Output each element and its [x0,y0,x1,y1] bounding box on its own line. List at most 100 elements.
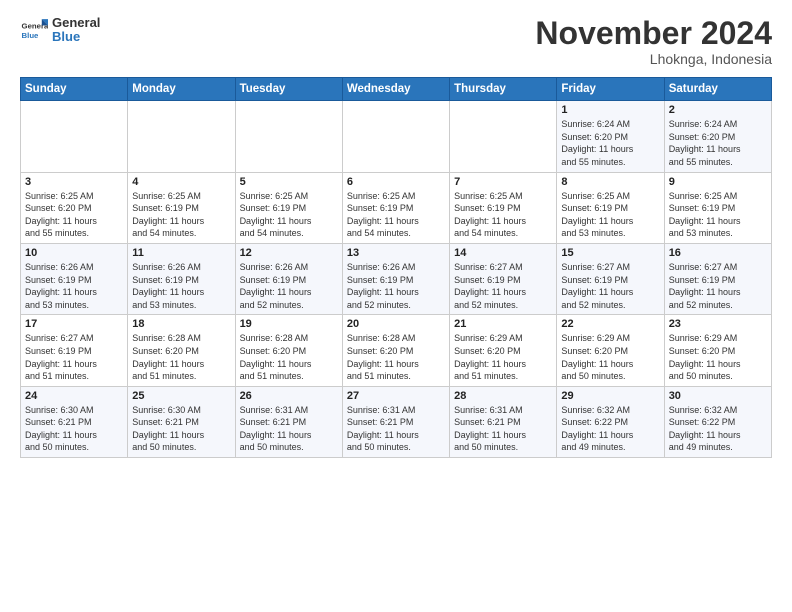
calendar-cell: 10 Sunrise: 6:26 AM Sunset: 6:19 PM Dayli… [21,243,128,314]
day-number: 10 [25,247,123,259]
day-info: Sunrise: 6:25 AM Sunset: 6:19 PM Dayligh… [669,190,767,240]
calendar-cell: 5Sunrise: 6:25 AM Sunset: 6:19 PM Daylig… [235,172,342,243]
calendar-cell: 23 Sunrise: 6:29 AM Sunset: 6:20 PM Dayli… [664,315,771,386]
logo-text-general: General [52,16,100,30]
day-number: 1 [561,104,659,116]
day-number: 15 [561,247,659,259]
logo-text-blue: Blue [52,30,100,44]
day-info: Sunrise: 6:29 AM Sunset: 6:20 PM Dayligh… [669,332,767,382]
weekday-header-sunday: Sunday [21,78,128,101]
logo-icon: General Blue [20,16,48,44]
weekday-header-saturday: Saturday [664,78,771,101]
day-number: 30 [669,390,767,402]
calendar-cell: 3 Sunrise: 6:25 AM Sunset: 6:20 PM Daylig… [21,172,128,243]
day-number: 17 [25,318,123,330]
day-number: 6 [347,176,445,188]
day-info: Sunrise: 6:25 AM Sunset: 6:19 PM Dayligh… [454,190,552,240]
day-number: 26 [240,390,338,402]
calendar-week-row: 10 Sunrise: 6:26 AM Sunset: 6:19 PM Dayli… [21,243,772,314]
calendar-cell: 21Sunrise: 6:29 AM Sunset: 6:20 PM Dayli… [450,315,557,386]
calendar-week-row: 3 Sunrise: 6:25 AM Sunset: 6:20 PM Daylig… [21,172,772,243]
day-number: 29 [561,390,659,402]
calendar-cell: 7 Sunrise: 6:25 AM Sunset: 6:19 PM Daylig… [450,172,557,243]
calendar-cell: 17 Sunrise: 6:27 AM Sunset: 6:19 PM Dayli… [21,315,128,386]
calendar-cell: 18 Sunrise: 6:28 AM Sunset: 6:20 PM Dayli… [128,315,235,386]
day-number: 8 [561,176,659,188]
day-number: 19 [240,318,338,330]
calendar-cell: 11 Sunrise: 6:26 AM Sunset: 6:19 PM Dayli… [128,243,235,314]
day-info: Sunrise: 6:26 AM Sunset: 6:19 PM Dayligh… [240,261,338,311]
calendar-cell: 1 Sunrise: 6:24 AM Sunset: 6:20 PM Daylig… [557,101,664,172]
day-number: 7 [454,176,552,188]
day-number: 20 [347,318,445,330]
day-info: Sunrise: 6:32 AM Sunset: 6:22 PM Dayligh… [561,404,659,454]
weekday-header-friday: Friday [557,78,664,101]
day-number: 14 [454,247,552,259]
calendar-cell [235,101,342,172]
calendar-cell: 4 Sunrise: 6:25 AM Sunset: 6:19 PM Daylig… [128,172,235,243]
calendar-cell [21,101,128,172]
day-number: 25 [132,390,230,402]
calendar-cell: 30 Sunrise: 6:32 AM Sunset: 6:22 PM Dayli… [664,386,771,457]
day-info: Sunrise: 6:25 AM Sunset: 6:19 PM Dayligh… [132,190,230,240]
day-info: Sunrise: 6:25 AM Sunset: 6:19 PM Dayligh… [347,190,445,240]
calendar-cell: 14 Sunrise: 6:27 AM Sunset: 6:19 PM Dayli… [450,243,557,314]
calendar-cell: 25 Sunrise: 6:30 AM Sunset: 6:21 PM Dayli… [128,386,235,457]
calendar-cell: 9Sunrise: 6:25 AM Sunset: 6:19 PM Daylig… [664,172,771,243]
day-number: 13 [347,247,445,259]
day-number: 11 [132,247,230,259]
day-number: 18 [132,318,230,330]
page: General Blue General Blue November 2024 … [0,0,792,612]
weekday-header-thursday: Thursday [450,78,557,101]
calendar-cell: 27Sunrise: 6:31 AM Sunset: 6:21 PM Dayli… [342,386,449,457]
day-number: 2 [669,104,767,116]
calendar-cell: 12 Sunrise: 6:26 AM Sunset: 6:19 PM Dayli… [235,243,342,314]
svg-text:Blue: Blue [22,31,40,40]
day-number: 4 [132,176,230,188]
header: General Blue General Blue November 2024 … [20,16,772,67]
calendar-cell: 2 Sunrise: 6:24 AM Sunset: 6:20 PM Daylig… [664,101,771,172]
calendar-cell: 13 Sunrise: 6:26 AM Sunset: 6:19 PM Dayli… [342,243,449,314]
day-info: Sunrise: 6:31 AM Sunset: 6:21 PM Dayligh… [347,404,445,454]
day-info: Sunrise: 6:27 AM Sunset: 6:19 PM Dayligh… [561,261,659,311]
day-info: Sunrise: 6:30 AM Sunset: 6:21 PM Dayligh… [132,404,230,454]
calendar-table: SundayMondayTuesdayWednesdayThursdayFrid… [20,77,772,458]
day-number: 22 [561,318,659,330]
day-info: Sunrise: 6:27 AM Sunset: 6:19 PM Dayligh… [454,261,552,311]
calendar-cell: 28 Sunrise: 6:31 AM Sunset: 6:21 PM Dayli… [450,386,557,457]
day-info: Sunrise: 6:28 AM Sunset: 6:20 PM Dayligh… [240,332,338,382]
day-info: Sunrise: 6:29 AM Sunset: 6:20 PM Dayligh… [561,332,659,382]
day-info: Sunrise: 6:26 AM Sunset: 6:19 PM Dayligh… [132,261,230,311]
day-info: Sunrise: 6:31 AM Sunset: 6:21 PM Dayligh… [454,404,552,454]
day-info: Sunrise: 6:32 AM Sunset: 6:22 PM Dayligh… [669,404,767,454]
day-info: Sunrise: 6:28 AM Sunset: 6:20 PM Dayligh… [347,332,445,382]
title-block: November 2024 Lhoknga, Indonesia [535,16,772,67]
day-info: Sunrise: 6:24 AM Sunset: 6:20 PM Dayligh… [561,118,659,168]
calendar-cell: 22 Sunrise: 6:29 AM Sunset: 6:20 PM Dayli… [557,315,664,386]
day-info: Sunrise: 6:31 AM Sunset: 6:21 PM Dayligh… [240,404,338,454]
day-info: Sunrise: 6:24 AM Sunset: 6:20 PM Dayligh… [669,118,767,168]
weekday-header-monday: Monday [128,78,235,101]
calendar-cell [342,101,449,172]
day-info: Sunrise: 6:27 AM Sunset: 6:19 PM Dayligh… [25,332,123,382]
day-number: 28 [454,390,552,402]
calendar-cell: 19 Sunrise: 6:28 AM Sunset: 6:20 PM Dayli… [235,315,342,386]
calendar-cell: 15 Sunrise: 6:27 AM Sunset: 6:19 PM Dayli… [557,243,664,314]
day-number: 24 [25,390,123,402]
day-number: 12 [240,247,338,259]
calendar-cell: 20 Sunrise: 6:28 AM Sunset: 6:20 PM Dayli… [342,315,449,386]
day-number: 5 [240,176,338,188]
calendar-cell: 8 Sunrise: 6:25 AM Sunset: 6:19 PM Daylig… [557,172,664,243]
location: Lhoknga, Indonesia [535,51,772,67]
calendar-cell: 26 Sunrise: 6:31 AM Sunset: 6:21 PM Dayli… [235,386,342,457]
day-info: Sunrise: 6:25 AM Sunset: 6:19 PM Dayligh… [561,190,659,240]
calendar-cell: 24 Sunrise: 6:30 AM Sunset: 6:21 PM Dayli… [21,386,128,457]
day-number: 3 [25,176,123,188]
day-info: Sunrise: 6:30 AM Sunset: 6:21 PM Dayligh… [25,404,123,454]
day-info: Sunrise: 6:28 AM Sunset: 6:20 PM Dayligh… [132,332,230,382]
day-number: 23 [669,318,767,330]
day-info: Sunrise: 6:26 AM Sunset: 6:19 PM Dayligh… [25,261,123,311]
calendar-header-row: SundayMondayTuesdayWednesdayThursdayFrid… [21,78,772,101]
day-info: Sunrise: 6:25 AM Sunset: 6:20 PM Dayligh… [25,190,123,240]
day-info: Sunrise: 6:26 AM Sunset: 6:19 PM Dayligh… [347,261,445,311]
